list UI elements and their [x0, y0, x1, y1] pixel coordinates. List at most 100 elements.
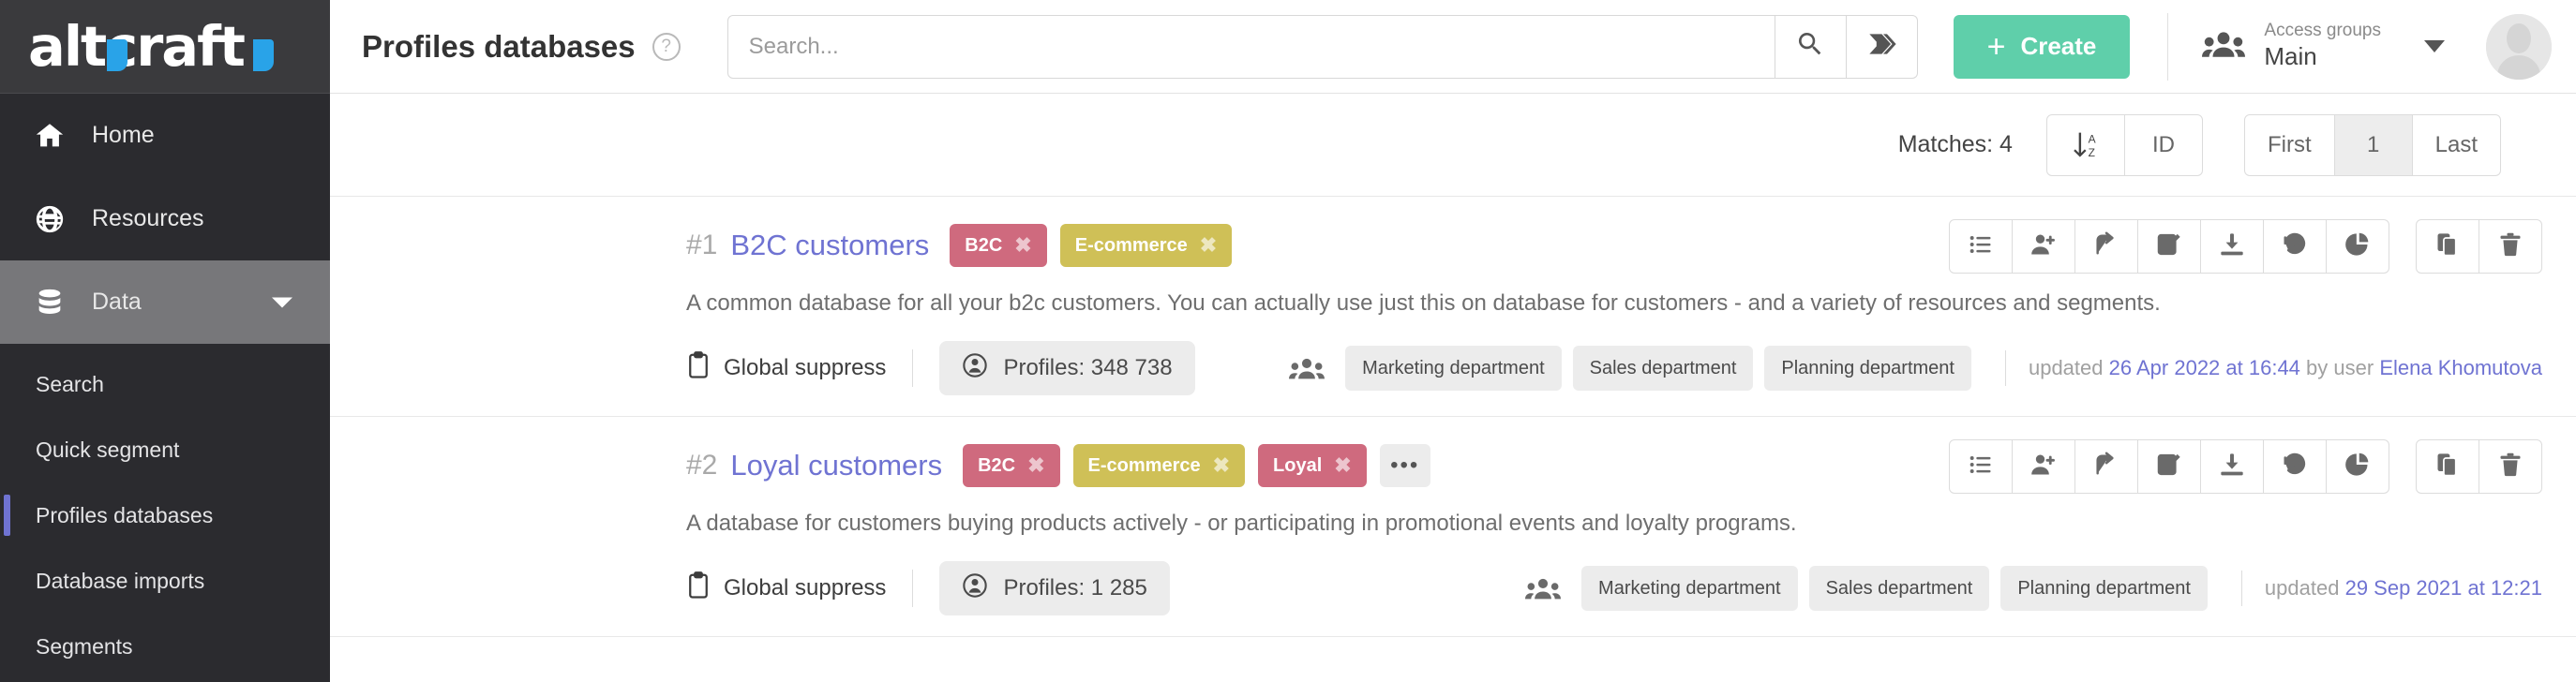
close-icon[interactable]: ✖: [1027, 453, 1044, 478]
list-icon: [1968, 452, 1994, 482]
updated-date[interactable]: 26 Apr 2022 at 16:44: [2109, 356, 2300, 379]
people-icon: [2202, 28, 2246, 65]
department-chip[interactable]: Marketing department: [1581, 566, 1798, 611]
department-chip[interactable]: Planning department: [1764, 346, 1971, 391]
edit-icon: [2156, 231, 2182, 262]
list-icon-button[interactable]: [1949, 219, 2013, 274]
search-button[interactable]: [1775, 14, 1847, 79]
results-toolbar: Matches: 4 A Z ID First 1 Last: [330, 94, 2576, 197]
department-chip[interactable]: Marketing department: [1345, 346, 1562, 391]
logo-accent: [253, 39, 274, 71]
sidebar-subitem-label: Search: [36, 371, 104, 396]
tag-filter-button[interactable]: [1846, 14, 1918, 79]
pie-chart-icon: [2344, 452, 2371, 482]
record-tag[interactable]: B2C ✖: [963, 444, 1060, 487]
download-button[interactable]: [2200, 439, 2264, 494]
statistics-button[interactable]: [2326, 219, 2389, 274]
sidebar-item-quick-segment[interactable]: Quick segment: [0, 417, 330, 482]
record-title-link[interactable]: B2C customers: [730, 229, 929, 262]
copy-button[interactable]: [2416, 219, 2479, 274]
close-icon[interactable]: ✖: [1334, 453, 1351, 478]
sidebar-item-resources[interactable]: Resources: [0, 177, 330, 260]
close-icon[interactable]: ✖: [1213, 453, 1230, 478]
profiles-count-pill[interactable]: Profiles: 1 285: [939, 561, 1170, 615]
sidebar-item-data[interactable]: Data: [0, 260, 330, 344]
profiles-count-pill[interactable]: Profiles: 348 738: [939, 341, 1195, 395]
edit-button[interactable]: [2137, 439, 2201, 494]
department-chip[interactable]: Sales department: [1808, 566, 1990, 611]
records-list: #1 B2C customers B2C ✖ E-commerce ✖ A co…: [330, 197, 2576, 682]
close-icon[interactable]: ✖: [1014, 233, 1031, 258]
search-icon: [1795, 29, 1825, 64]
sidebar-item-database-imports[interactable]: Database imports: [0, 548, 330, 614]
record-description: A common database for all your b2c custo…: [686, 290, 2161, 316]
help-icon[interactable]: ?: [651, 32, 681, 61]
history-button[interactable]: [2263, 439, 2327, 494]
global-suppress[interactable]: Global suppress: [686, 571, 886, 606]
sidebar-item-search[interactable]: Search: [0, 351, 330, 417]
create-button[interactable]: + Create: [1953, 14, 2131, 79]
top-bar: Profiles databases ? + Create: [330, 0, 2576, 94]
global-suppress[interactable]: Global suppress: [686, 350, 886, 386]
access-groups-value: Main: [2264, 42, 2317, 71]
people-icon: [1525, 576, 1562, 600]
record-title-link[interactable]: Loyal customers: [730, 449, 942, 482]
page-title: Profiles databases: [362, 28, 636, 64]
pagination-last-button[interactable]: Last: [2411, 113, 2501, 176]
download-button[interactable]: [2200, 219, 2264, 274]
record-actions: [1949, 219, 2542, 274]
record-tag[interactable]: Loyal ✖: [1258, 444, 1367, 487]
profile-icon: [962, 572, 1003, 605]
record-tag[interactable]: E-commerce ✖: [1059, 224, 1233, 267]
more-tags-button[interactable]: •••: [1379, 444, 1430, 487]
sidebar-subitem-label: Database imports: [36, 568, 205, 593]
sort-field-button[interactable]: ID: [2123, 113, 2203, 176]
updated-info: updated 26 Apr 2022 at 16:44 by user Ele…: [2029, 356, 2542, 380]
history-button[interactable]: [2263, 219, 2327, 274]
statistics-button[interactable]: [2326, 439, 2389, 494]
svg-text:A: A: [2089, 132, 2096, 145]
departments-block: Marketing department Sales department Pl…: [1289, 346, 2542, 391]
access-groups-selector[interactable]: Access groups Main: [2202, 21, 2445, 71]
copy-button[interactable]: [2416, 439, 2479, 494]
delete-button[interactable]: [2479, 439, 2542, 494]
share-button[interactable]: [2074, 219, 2138, 274]
add-user-button[interactable]: [2012, 219, 2075, 274]
profiles-count-label: Profiles: 1 285: [1003, 575, 1147, 600]
sort-group: A Z ID: [2045, 113, 2203, 176]
record-number: #2: [686, 450, 718, 481]
sidebar-item-home[interactable]: Home: [0, 94, 330, 177]
record-actions-primary: [1949, 439, 2389, 494]
logo[interactable]: altcraft: [0, 0, 330, 94]
record-actions-primary: [1949, 219, 2389, 274]
list-icon-button[interactable]: [1949, 439, 2013, 494]
updated-date[interactable]: 29 Sep 2021 at 12:21: [2345, 576, 2542, 600]
add-user-button[interactable]: [2012, 439, 2075, 494]
sort-direction-button[interactable]: A Z: [2045, 113, 2125, 176]
people-icon: [1289, 356, 1325, 380]
pagination-first-button[interactable]: First: [2243, 113, 2335, 176]
share-button[interactable]: [2074, 439, 2138, 494]
department-chip[interactable]: Sales department: [1572, 346, 1754, 391]
avatar[interactable]: [2486, 13, 2552, 80]
updated-user-link[interactable]: Elena Khomutova: [2379, 356, 2542, 379]
sidebar-item-profiles-databases[interactable]: Profiles databases: [0, 482, 330, 548]
add-user-icon: [2030, 231, 2057, 262]
search-input[interactable]: [726, 14, 1775, 79]
updated-prefix: updated: [2028, 356, 2104, 379]
create-button-label: Create: [2020, 32, 2097, 60]
record-tag[interactable]: E-commerce ✖: [1072, 444, 1246, 487]
record-meta: Global suppress Profiles: 1 285 Marketin…: [686, 561, 2542, 615]
record-tag[interactable]: B2C ✖: [950, 224, 1047, 267]
record-tag-label: Loyal: [1273, 454, 1323, 476]
profile-icon: [962, 352, 1003, 385]
pagination-current-page[interactable]: 1: [2333, 113, 2413, 176]
record-description: A database for customers buying products…: [686, 511, 1797, 536]
delete-button[interactable]: [2479, 219, 2542, 274]
svg-text:Z: Z: [2089, 146, 2095, 159]
clipboard-icon: [686, 571, 724, 606]
close-icon[interactable]: ✖: [1200, 233, 1217, 258]
department-chip[interactable]: Planning department: [2000, 566, 2208, 611]
sidebar-item-segments[interactable]: Segments: [0, 614, 330, 679]
edit-button[interactable]: [2137, 219, 2201, 274]
